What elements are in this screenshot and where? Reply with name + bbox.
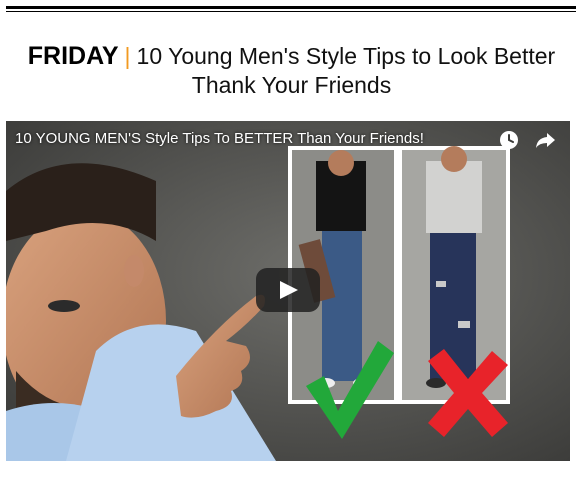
play-button[interactable] (256, 268, 320, 312)
play-icon (280, 281, 298, 299)
video-top-controls (498, 129, 556, 151)
top-divider (6, 6, 576, 9)
page: FRIDAY | 10 Young Men's Style Tips to Look… (0, 0, 583, 478)
headline-line1: 10 Young Men's Style Tips to Look Better (136, 43, 556, 69)
video-title[interactable]: 10 YOUNG MEN'S Style Tips To BETTER Than… (15, 130, 424, 147)
top-divider-thin (6, 11, 576, 12)
title-separator: | (124, 43, 131, 69)
share-icon[interactable] (534, 129, 556, 151)
headline-line2: Thank Your Friends (191, 72, 392, 98)
watch-later-icon[interactable] (498, 129, 520, 151)
post-headline: FRIDAY | 10 Young Men's Style Tips to Look… (0, 42, 583, 100)
day-label: FRIDAY (27, 42, 119, 70)
video-embed[interactable]: 10 YOUNG MEN'S Style Tips To BETTER Than… (6, 121, 570, 461)
